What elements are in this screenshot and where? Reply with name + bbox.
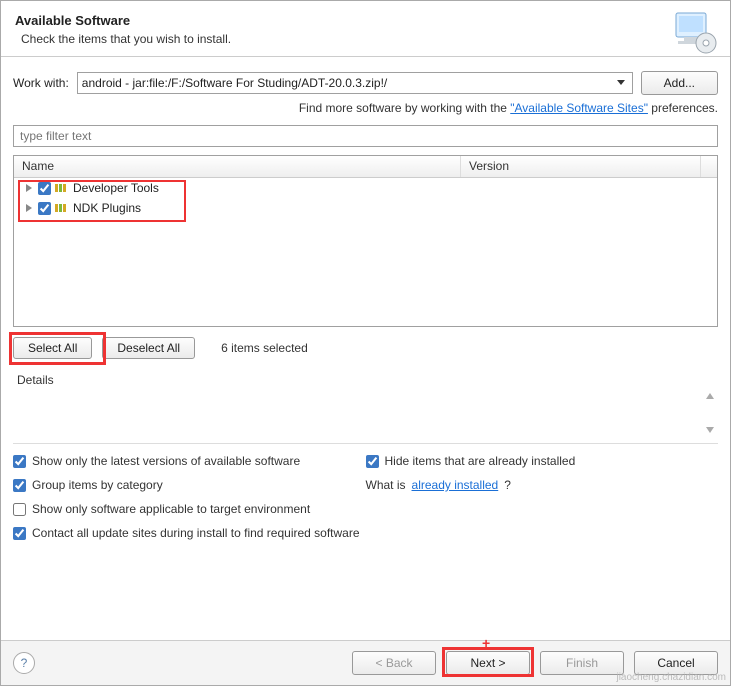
checkbox[interactable] xyxy=(13,479,26,492)
selection-count: 6 items selected xyxy=(221,341,308,355)
chevron-down-icon[interactable] xyxy=(614,80,628,86)
column-name[interactable]: Name xyxy=(14,156,461,177)
software-tree: Name Version Developer Tools NDK Plugins xyxy=(13,155,718,327)
details-label: Details xyxy=(17,373,718,387)
divider xyxy=(13,443,718,444)
page-title: Available Software xyxy=(15,13,716,28)
expand-icon[interactable] xyxy=(24,183,34,193)
help-icon[interactable]: ? xyxy=(13,652,35,674)
deselect-all-button[interactable]: Deselect All xyxy=(102,337,195,359)
tree-header: Name Version xyxy=(14,156,717,178)
opt-applicable[interactable]: Show only software applicable to target … xyxy=(13,502,718,516)
page-subtitle: Check the items that you wish to install… xyxy=(21,32,716,46)
opt-contact-all[interactable]: Contact all update sites during install … xyxy=(13,526,718,540)
tree-checkbox[interactable] xyxy=(38,182,51,195)
available-sites-link[interactable]: "Available Software Sites" xyxy=(510,101,648,115)
tree-row[interactable]: Developer Tools xyxy=(14,178,717,198)
opt-show-latest[interactable]: Show only the latest versions of availab… xyxy=(13,454,366,468)
checkbox[interactable] xyxy=(13,527,26,540)
tree-checkbox[interactable] xyxy=(38,202,51,215)
filter-input[interactable] xyxy=(13,125,718,147)
opt-hide-installed[interactable]: Hide items that are already installed xyxy=(366,454,719,468)
finish-button[interactable]: Finish xyxy=(540,651,624,675)
tree-row[interactable]: NDK Plugins xyxy=(14,198,717,218)
already-installed-link[interactable]: already installed xyxy=(412,478,499,492)
install-icon xyxy=(668,9,718,55)
next-button[interactable]: Next > xyxy=(446,651,530,675)
feature-icon xyxy=(55,182,69,194)
work-with-combo[interactable]: android - jar:file:/F:/Software For Stud… xyxy=(77,72,633,94)
column-version[interactable]: Version xyxy=(461,156,701,177)
expand-icon[interactable] xyxy=(24,203,34,213)
details-area xyxy=(13,389,718,437)
tree-label: Developer Tools xyxy=(73,181,159,195)
work-with-value: android - jar:file:/F:/Software For Stud… xyxy=(82,76,614,90)
what-is-installed: What is already installed? xyxy=(366,478,719,492)
dialog-header: Available Software Check the items that … xyxy=(1,1,730,57)
watermark: jiaocheng.chazidian.com xyxy=(616,672,726,683)
back-button[interactable]: < Back xyxy=(352,651,436,675)
work-with-label: Work with: xyxy=(13,76,69,90)
add-button[interactable]: Add... xyxy=(641,71,718,95)
feature-icon xyxy=(55,202,69,214)
checkbox[interactable] xyxy=(366,455,379,468)
checkbox[interactable] xyxy=(13,455,26,468)
select-all-button[interactable]: Select All xyxy=(13,337,92,359)
checkbox[interactable] xyxy=(13,503,26,516)
tree-label: NDK Plugins xyxy=(73,201,141,215)
find-more-text: Find more software by working with the "… xyxy=(13,101,718,115)
opt-group-category[interactable]: Group items by category xyxy=(13,478,366,492)
details-scroll[interactable] xyxy=(704,393,716,433)
